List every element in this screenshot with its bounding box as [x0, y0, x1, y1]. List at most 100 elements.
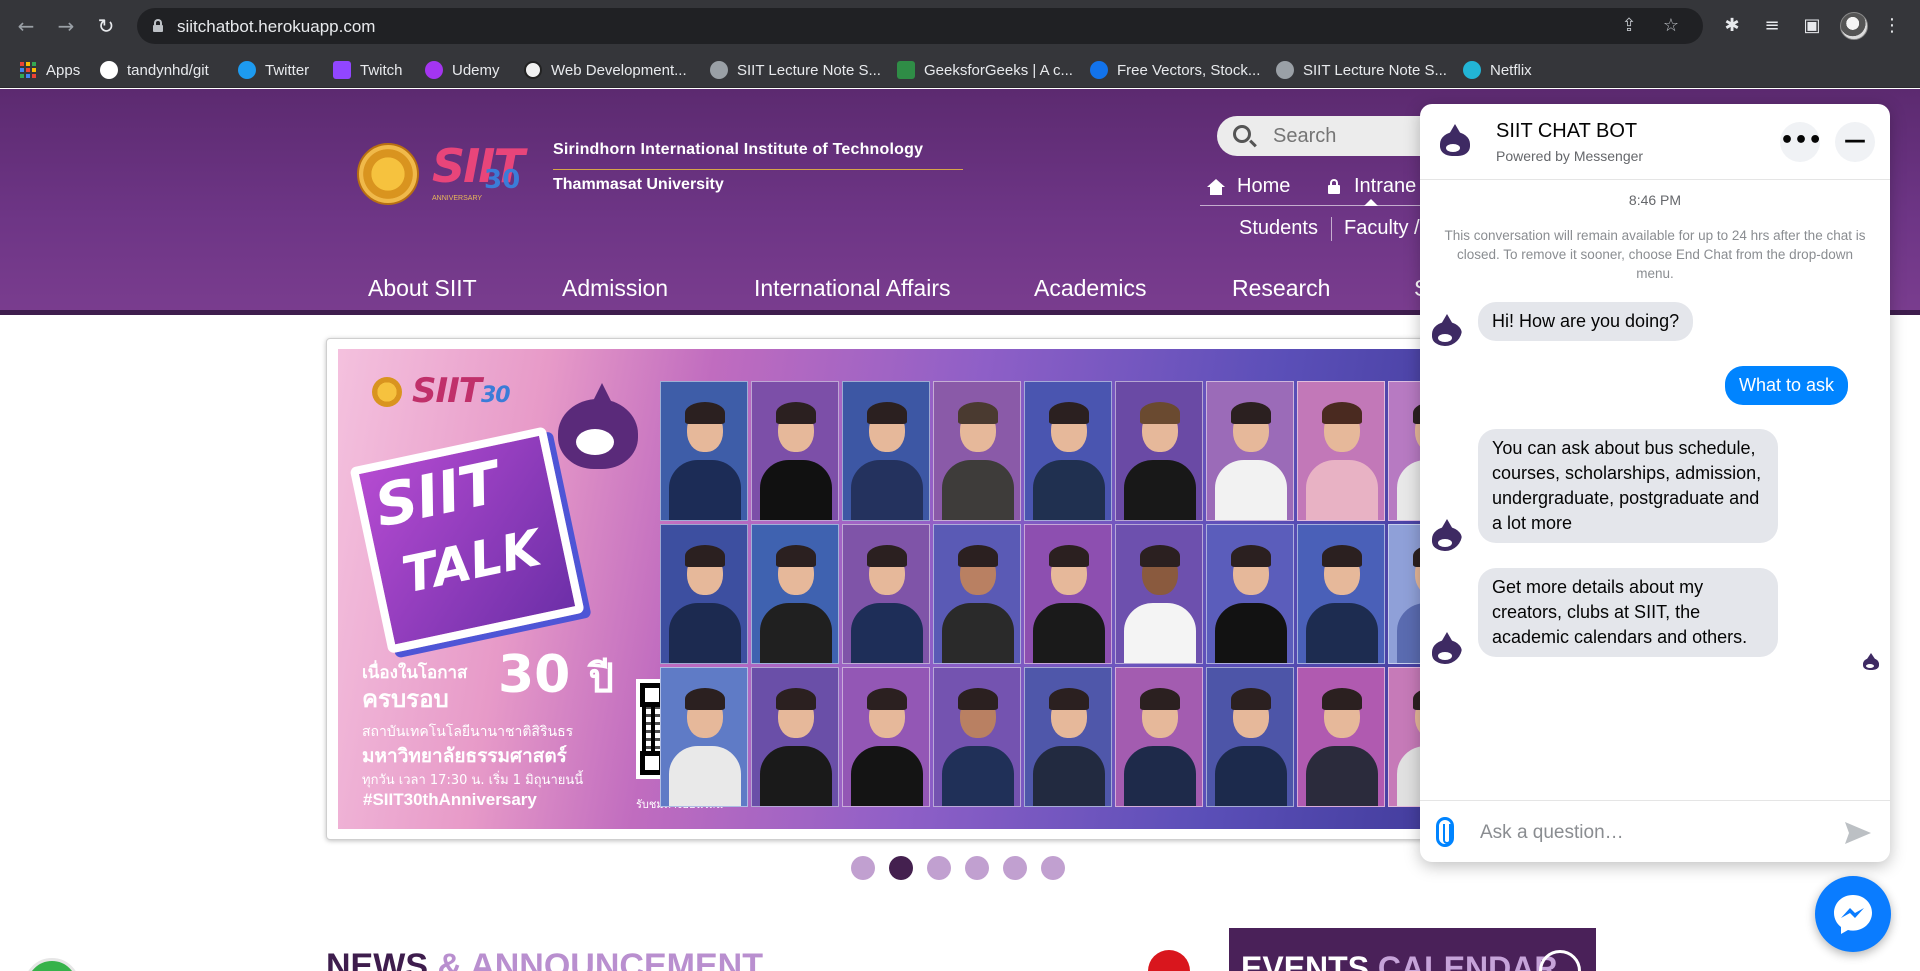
carousel-dot-3[interactable]	[927, 856, 951, 880]
bookmark-siit-lecture-1[interactable]: SIIT Lecture Note S...	[710, 52, 881, 88]
bookmark-label: SIIT Lecture Note S...	[737, 61, 881, 79]
news-more-arrow-icon[interactable]	[1148, 950, 1190, 971]
chat-notice: This conversation will remain available …	[1444, 228, 1866, 281]
nav-about-siit[interactable]: About SIIT	[368, 275, 477, 302]
bookmark-label: Free Vectors, Stock...	[1117, 61, 1261, 79]
chat-message-bot: You can ask about bus schedule, courses,…	[1478, 429, 1778, 543]
site-search-box[interactable]	[1217, 116, 1447, 156]
banner-thai-line2: ครบรอบ	[362, 685, 449, 713]
nav-academics[interactable]: Academics	[1034, 275, 1146, 302]
twitter-icon	[238, 61, 256, 79]
thammasat-seal-logo[interactable]	[357, 143, 419, 205]
institute-name: Sirindhorn International Institute of Te…	[553, 141, 924, 158]
media-queue-icon[interactable]: ≡	[1758, 12, 1786, 40]
carousel-dot-6[interactable]	[1041, 856, 1065, 880]
more-options-button[interactable]: •••	[1780, 122, 1822, 162]
reload-icon[interactable]: ↻	[92, 12, 120, 40]
freepik-icon	[1090, 61, 1108, 79]
url-text[interactable]: siitchatbot.herokuapp.com	[177, 17, 375, 37]
bookmark-twitch[interactable]: Twitch	[333, 52, 403, 88]
forward-icon[interactable]: →	[52, 12, 80, 40]
bookmark-udemy[interactable]: Udemy	[425, 52, 500, 88]
extensions-icon[interactable]: ✱	[1718, 12, 1746, 40]
messenger-launcher-button[interactable]	[1815, 876, 1891, 952]
send-icon[interactable]	[1844, 821, 1872, 845]
bookmark-twitter[interactable]: Twitter	[238, 52, 309, 88]
home-icon	[1207, 178, 1225, 195]
bookmark-geeksforgeeks[interactable]: GeeksforGeeks | A c...	[897, 52, 1073, 88]
events-calendar-header[interactable]: EVENTS CALENDAR	[1229, 928, 1596, 971]
read-receipt-avatar	[1861, 652, 1881, 672]
thammasat-seal-logo	[372, 377, 402, 407]
faculty-link[interactable]: Faculty /	[1344, 217, 1420, 240]
carousel-dot-4[interactable]	[965, 856, 989, 880]
green-floating-button[interactable]	[24, 958, 80, 971]
web-dev-icon	[524, 61, 542, 79]
chatbot-avatar	[1428, 312, 1462, 346]
home-link[interactable]: Home	[1207, 175, 1290, 198]
browser-menu-icon[interactable]: ⋮	[1878, 12, 1906, 40]
intranet-link[interactable]: Intrane	[1328, 175, 1416, 198]
globe-icon	[710, 61, 728, 79]
speaker-photo	[1115, 667, 1203, 807]
bookmark-netflix[interactable]: Netflix	[1463, 52, 1532, 88]
bookmarks-bar: Apps tandynhd/git Twitter Twitch Udemy W…	[0, 52, 1920, 88]
speaker-photo-grid	[660, 381, 1436, 809]
siit-talk-banner[interactable]: SIIT30 SIIT TALK เนื่องในโอกาส ครบรอบ 30…	[338, 349, 1436, 829]
divider	[1331, 217, 1332, 241]
profile-avatar[interactable]	[1840, 12, 1868, 40]
university-name: Thammasat University	[553, 176, 724, 193]
minimize-button[interactable]: —	[1835, 122, 1875, 162]
bookmark-siit-lecture-2[interactable]: SIIT Lecture Note S...	[1276, 52, 1447, 88]
carousel-dot-1[interactable]	[851, 856, 875, 880]
bookmark-label: GeeksforGeeks | A c...	[924, 61, 1073, 79]
nav-research[interactable]: Research	[1232, 275, 1330, 302]
speaker-photo	[842, 381, 930, 521]
speaker-photo	[751, 524, 839, 664]
chat-timestamp: 8:46 PM	[1628, 192, 1682, 208]
banner-thai-line3: สถาบันเทคโนโลยีนานาชาติสิรินธร	[362, 724, 574, 740]
logo-anniversary: 30	[484, 165, 521, 195]
carousel-dot-2[interactable]	[889, 856, 913, 880]
chat-title: SIIT CHAT BOT	[1496, 120, 1638, 142]
side-panel-icon[interactable]: ▣	[1798, 12, 1826, 40]
speaker-photo	[660, 667, 748, 807]
speaker-photo	[751, 381, 839, 521]
attachment-icon[interactable]	[1436, 817, 1454, 847]
address-bar[interactable]: siitchatbot.herokuapp.com ⇪ ☆	[137, 8, 1703, 44]
chatbot-avatar	[1436, 122, 1474, 160]
home-link-label: Home	[1237, 175, 1291, 197]
bookmark-github[interactable]: tandynhd/git	[100, 52, 209, 88]
nav-international-affairs[interactable]: International Affairs	[754, 275, 950, 302]
search-icon[interactable]	[1233, 125, 1251, 143]
bookmark-label: SIIT Lecture Note S...	[1303, 61, 1447, 79]
site-search-input[interactable]	[1273, 124, 1433, 148]
lock-icon[interactable]	[153, 19, 163, 32]
banner-siit-logo: SIIT30	[412, 371, 511, 411]
share-icon[interactable]: ⇪	[1617, 14, 1641, 38]
geeksforgeeks-icon	[897, 61, 915, 79]
students-link[interactable]: Students	[1239, 217, 1318, 240]
messenger-icon	[1834, 895, 1872, 934]
carousel-dot-5[interactable]	[1003, 856, 1027, 880]
speaker-photo	[1206, 381, 1294, 521]
back-icon[interactable]: ←	[12, 12, 40, 40]
bookmark-apps[interactable]: Apps	[20, 52, 80, 88]
globe-icon	[1276, 61, 1294, 79]
banner-hashtag: #SIIT30thAnniversary	[363, 790, 537, 809]
chat-message-bot: Get more details about my creators, club…	[1478, 568, 1778, 657]
bookmark-freepik[interactable]: Free Vectors, Stock...	[1090, 52, 1260, 88]
browser-toolbar: ← → ↻ siitchatbot.herokuapp.com ⇪ ☆ ✱ ≡ …	[0, 0, 1920, 52]
speaker-photo	[1115, 381, 1203, 521]
speaker-photo	[1206, 524, 1294, 664]
siit-30th-logo[interactable]: SIIT 30 ANNIVERSARY	[432, 139, 532, 202]
bookmark-web-dev[interactable]: Web Development...	[524, 52, 687, 88]
chat-message-input[interactable]	[1480, 819, 1820, 847]
caret-up-icon	[1364, 199, 1378, 206]
speaker-photo	[1024, 381, 1112, 521]
nav-admission[interactable]: Admission	[562, 275, 668, 302]
bookmark-label: Twitch	[360, 61, 403, 79]
bookmark-star-icon[interactable]: ☆	[1659, 14, 1683, 38]
bookmark-label: Twitter	[265, 61, 310, 79]
apps-grid-icon	[20, 62, 36, 78]
